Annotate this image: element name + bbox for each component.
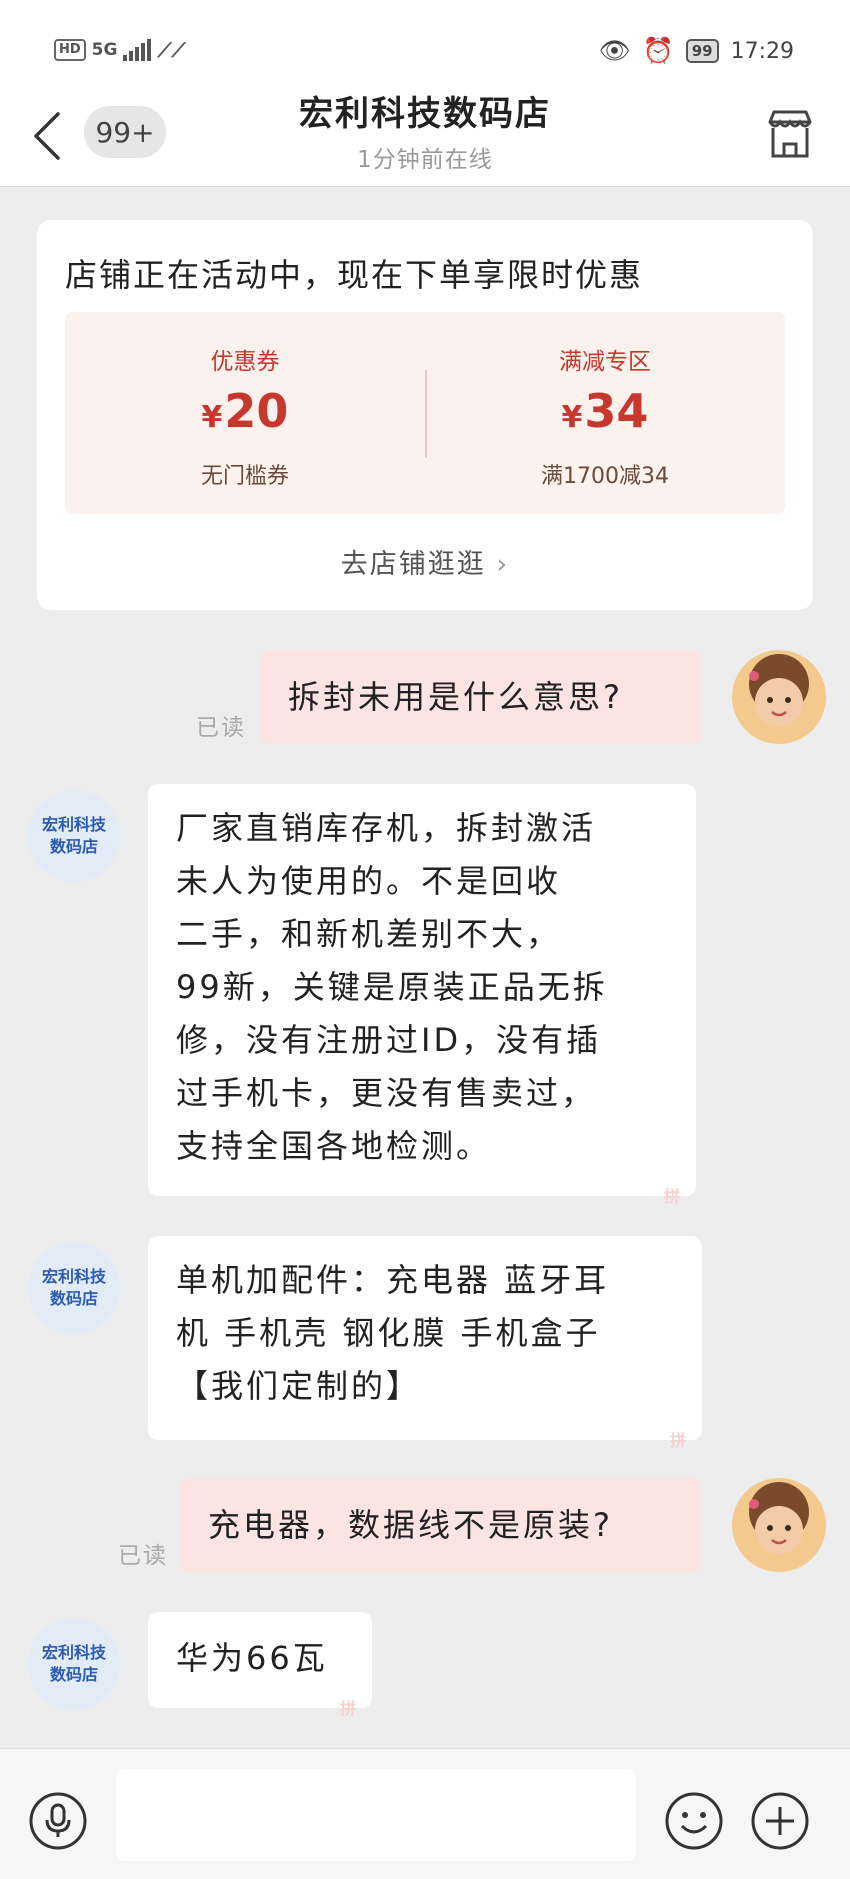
store-button[interactable] <box>764 108 816 160</box>
status-left: HD 5G ⟋⟋ <box>54 38 185 62</box>
message-bubble-shop[interactable]: 单机加配件：充电器 蓝牙耳 机 手机壳 钢化膜 手机盒子 【我们定制的】 拼 <box>148 1236 702 1450</box>
pinduoduo-watermark-icon: 拼 <box>664 1187 684 1206</box>
chevron-right-icon: › <box>496 549 510 580</box>
message-bubble-shop[interactable]: 华为66瓦 拼 <box>148 1612 372 1718</box>
pinduoduo-watermark-icon: 拼 <box>670 1431 690 1450</box>
promo-card: 店铺正在活动中，现在下单享限时优惠 优惠券 ¥20 无门槛券 满减专区 ¥34 … <box>37 220 813 610</box>
eye-icon: 👁 <box>598 36 631 65</box>
plus-icon <box>751 1792 809 1850</box>
user-avatar[interactable] <box>732 650 826 744</box>
promo-coupons: 优惠券 ¥20 无门槛券 满减专区 ¥34 满1700减34 <box>65 312 785 514</box>
hd-icon: HD <box>54 39 86 61</box>
signal-icon <box>123 39 152 61</box>
read-receipt: 已读 <box>196 715 246 741</box>
online-status: 1分钟前在线 <box>357 147 493 173</box>
more-button[interactable] <box>750 1791 810 1851</box>
message-input[interactable] <box>116 1769 636 1861</box>
chat-header: 99+ 宏利科技数码店 1分钟前在线 <box>0 90 850 187</box>
coupon-label: 优惠券 <box>210 349 280 375</box>
network-type: 5G <box>91 40 118 60</box>
smiley-icon <box>665 1792 723 1850</box>
promo-title: 店铺正在活动中，现在下单享限时优惠 <box>65 256 644 294</box>
baby-avatar-icon <box>732 1478 826 1572</box>
coupon-card[interactable]: 优惠券 ¥20 无门槛券 <box>65 312 425 514</box>
message-bubble-me[interactable]: 充电器，数据线不是原装? <box>180 1478 702 1572</box>
pinduoduo-watermark-icon: 拼 <box>340 1699 360 1718</box>
baby-avatar-icon <box>732 650 826 744</box>
discount-card[interactable]: 满减专区 ¥34 满1700减34 <box>425 312 785 514</box>
page-title: 宏利科技数码店 <box>299 94 551 134</box>
discount-amount: ¥34 <box>561 384 649 438</box>
status-bar: HD 5G ⟋⟋ 👁 ⏰ 99 17:29 <box>0 0 850 90</box>
message-bubble-shop[interactable]: 厂家直销库存机，拆封激活 未人为使用的。不是回收 二手，和新机差别不大， 99新… <box>148 784 696 1206</box>
input-bar <box>0 1748 850 1879</box>
voice-button[interactable] <box>28 1791 88 1851</box>
microphone-icon <box>29 1792 87 1850</box>
status-time: 17:29 <box>730 38 794 64</box>
status-right: 👁 ⏰ 99 17:29 <box>599 36 794 66</box>
battery-icon: 99 <box>685 39 719 63</box>
alarm-icon: ⏰ <box>642 36 674 65</box>
read-receipt: 已读 <box>118 1543 168 1569</box>
wifi-calling-icon: ⟋⟋ <box>157 38 186 62</box>
discount-desc: 满1700减34 <box>541 464 669 489</box>
discount-label: 满减专区 <box>559 349 651 375</box>
store-icon <box>768 110 812 158</box>
user-avatar[interactable] <box>732 1478 826 1572</box>
shop-avatar[interactable]: 宏利科技 数码店 <box>28 1242 120 1334</box>
coupon-amount: ¥20 <box>201 384 289 438</box>
emoji-button[interactable] <box>664 1791 724 1851</box>
shop-avatar[interactable]: 宏利科技 数码店 <box>28 1618 120 1710</box>
shop-avatar[interactable]: 宏利科技 数码店 <box>28 790 120 882</box>
message-bubble-me[interactable]: 拆封未用是什么意思? <box>260 650 702 744</box>
visit-store-link[interactable]: 去店铺逛逛 › <box>37 542 813 581</box>
coupon-desc: 无门槛券 <box>200 464 289 489</box>
